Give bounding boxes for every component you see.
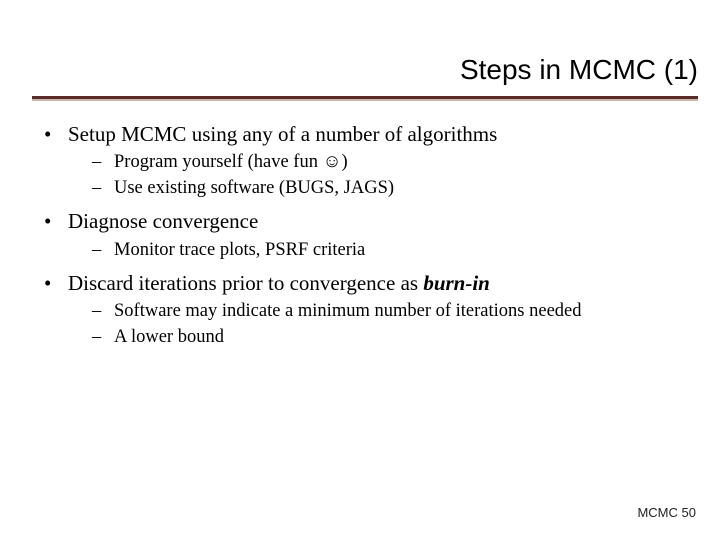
sub-item: Software may indicate a minimum number o…: [68, 299, 690, 324]
sub-item: A lower bound: [68, 325, 690, 350]
sub-item: Monitor trace plots, PSRF criteria: [68, 238, 690, 263]
title-rule: [32, 96, 698, 101]
sub-item: Use existing software (BUGS, JAGS): [68, 176, 690, 201]
slide-title: Steps in MCMC (1): [460, 54, 698, 86]
slide-footer: MCMC 50: [637, 505, 696, 520]
bullet-list: Setup MCMC using any of a number of algo…: [40, 120, 690, 350]
slide: Steps in MCMC (1) Setup MCMC using any o…: [0, 0, 720, 540]
sub-list: Program yourself (have fun ☺) Use existi…: [68, 150, 690, 201]
sub-list: Software may indicate a minimum number o…: [68, 299, 690, 350]
list-item: Setup MCMC using any of a number of algo…: [40, 120, 690, 201]
footer-label: MCMC: [637, 505, 677, 520]
sub-list: Monitor trace plots, PSRF criteria: [68, 238, 690, 263]
rule-light: [32, 99, 698, 101]
footer-page: 50: [682, 505, 696, 520]
slide-body: Setup MCMC using any of a number of algo…: [40, 118, 690, 356]
bullet-text-pre: Discard iterations prior to convergence …: [68, 271, 423, 295]
emphasis-burn-in: burn-in: [423, 271, 490, 295]
list-item: Discard iterations prior to convergence …: [40, 269, 690, 350]
bullet-text: Setup MCMC using any of a number of algo…: [68, 122, 497, 146]
bullet-text: Diagnose convergence: [68, 209, 258, 233]
list-item: Diagnose convergence Monitor trace plots…: [40, 207, 690, 262]
sub-item: Program yourself (have fun ☺): [68, 150, 690, 175]
